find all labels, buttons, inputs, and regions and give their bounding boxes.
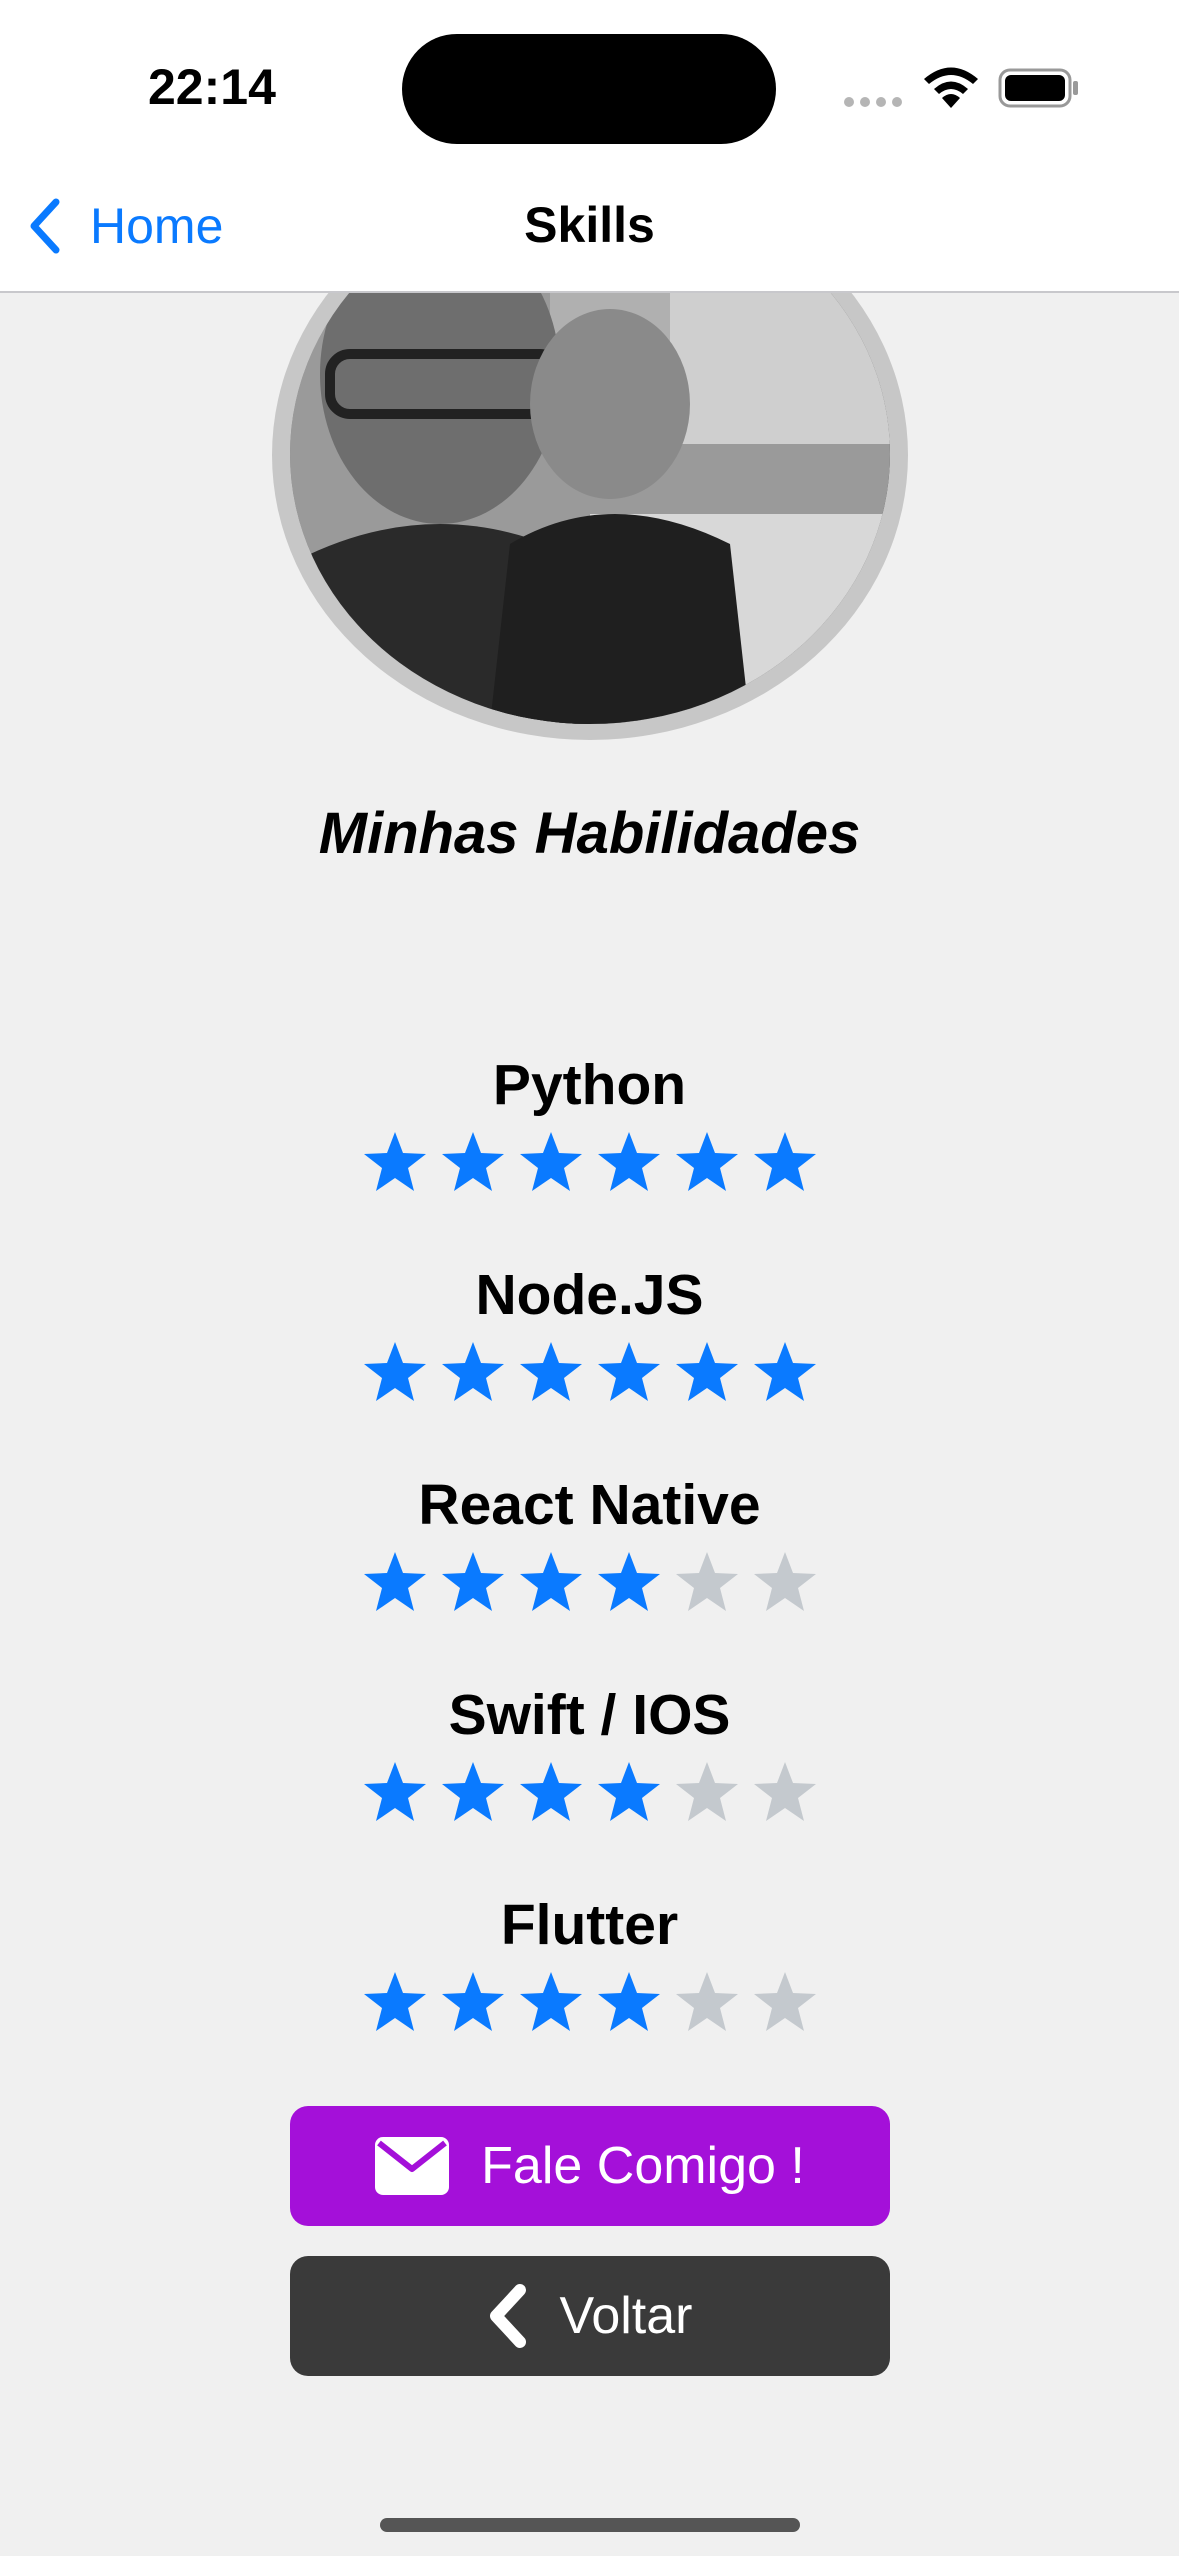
skill-item: Python [0,1050,1179,1194]
navigation-bar: 22:14 Home Skills [0,0,1179,293]
skill-name: Flutter [500,1893,679,1957]
back-button[interactable]: Voltar [290,2256,890,2376]
star-icon [441,1552,504,1611]
star-icon [441,1132,504,1191]
star-icon [675,1132,738,1191]
star-icon [753,1552,816,1611]
skill-rating [0,1970,1179,2034]
star-icon [519,1972,582,2031]
skills-heading: Minhas Habilidades [318,801,861,866]
star-icon [441,1972,504,2031]
star-icon [597,1972,660,2031]
star-icon [519,1342,582,1401]
star-icon [363,1972,426,2031]
star-icon [753,1132,816,1191]
skill-rating [0,1550,1179,1614]
star-icon [753,1972,816,2031]
skill-name: Swift / IOS [448,1683,731,1747]
star-icon [363,1552,426,1611]
skill-name: Python [492,1053,687,1117]
skill-name: Node.JS [475,1263,704,1327]
star-icon [675,1552,738,1611]
back-button-label: Voltar [559,2287,693,2345]
star-icon [441,1762,504,1821]
skill-item: React Native [0,1470,1179,1614]
star-icon [597,1552,660,1611]
star-icon [675,1972,738,2031]
star-icon [441,1342,504,1401]
star-icon [363,1762,426,1821]
star-icon [597,1762,660,1821]
status-time: 22:14 [148,59,276,115]
skill-rating [0,1760,1179,1824]
wifi-icon [924,67,978,108]
star-icon [675,1762,738,1821]
page-title: Skills [524,197,655,253]
star-icon [363,1132,426,1191]
home-indicator[interactable] [380,2518,800,2532]
contact-button[interactable]: Fale Comigo ! [290,2106,890,2226]
envelope-icon [375,2137,450,2195]
star-icon [597,1132,660,1191]
chevron-left-icon [488,2284,528,2348]
star-icon [753,1762,816,1821]
star-icon [597,1342,660,1401]
star-icon [519,1552,582,1611]
skill-rating [0,1340,1179,1404]
star-icon [363,1342,426,1401]
dynamic-island [402,34,776,144]
skill-item: Flutter [0,1890,1179,2034]
skill-rating [0,1130,1179,1194]
star-icon [519,1762,582,1821]
skill-item: Swift / IOS [0,1680,1179,1824]
contact-button-label: Fale Comigo ! [481,2137,805,2195]
star-icon [675,1342,738,1401]
skill-name: React Native [418,1473,761,1537]
battery-icon [998,68,1078,108]
skill-item: Node.JS [0,1260,1179,1404]
star-icon [753,1342,816,1401]
star-icon [519,1132,582,1191]
cellular-signal-icon [844,94,908,112]
